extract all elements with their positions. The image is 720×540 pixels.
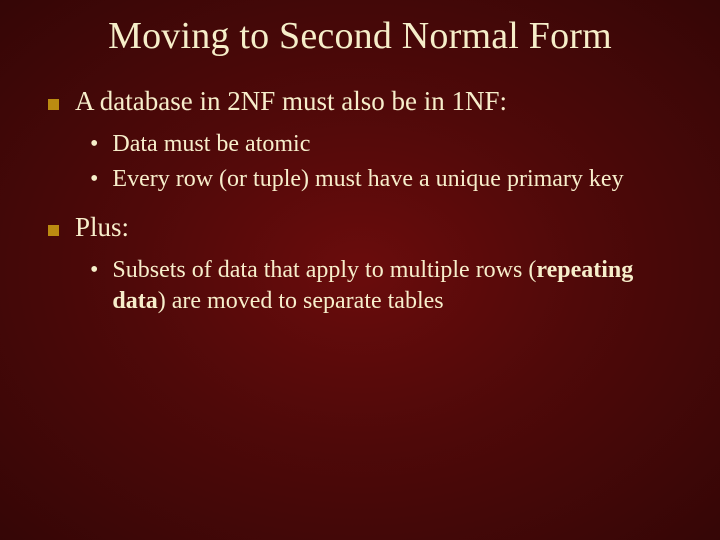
bullet-item-2: Plus:: [48, 212, 692, 243]
square-bullet-icon: [48, 225, 59, 236]
sub-item-2-text: Every row (or tuple) must have a unique …: [112, 164, 623, 195]
bullet-item-1-text: A database in 2NF must also be in 1NF:: [75, 86, 507, 117]
sub-item-1: • Data must be atomic: [90, 129, 692, 160]
bullet-list-level1: A database in 2NF must also be in 1NF:: [48, 86, 692, 117]
slide-title: Moving to Second Normal Form: [28, 14, 692, 58]
bullet-list-level2-b: • Subsets of data that apply to multiple…: [90, 255, 692, 316]
bullet-item-2-text: Plus:: [75, 212, 129, 243]
slide: Moving to Second Normal Form A database …: [0, 0, 720, 540]
sub-item-3-part-c: ) are moved to separate tables: [158, 288, 444, 314]
bullet-item-1: A database in 2NF must also be in 1NF:: [48, 86, 692, 117]
sub-item-3-text: Subsets of data that apply to multiple r…: [112, 255, 692, 316]
dot-bullet-icon: •: [90, 129, 98, 160]
sub-item-2: • Every row (or tuple) must have a uniqu…: [90, 164, 692, 195]
dot-bullet-icon: •: [90, 164, 98, 195]
bullet-list-level2-a: • Data must be atomic • Every row (or tu…: [90, 129, 692, 194]
dot-bullet-icon: •: [90, 255, 98, 286]
sub-item-3: • Subsets of data that apply to multiple…: [90, 255, 692, 316]
square-bullet-icon: [48, 99, 59, 110]
bullet-list-level1: Plus:: [48, 212, 692, 243]
sub-item-1-text: Data must be atomic: [112, 129, 310, 160]
sub-item-3-part-a: Subsets of data that apply to multiple r…: [112, 257, 536, 283]
